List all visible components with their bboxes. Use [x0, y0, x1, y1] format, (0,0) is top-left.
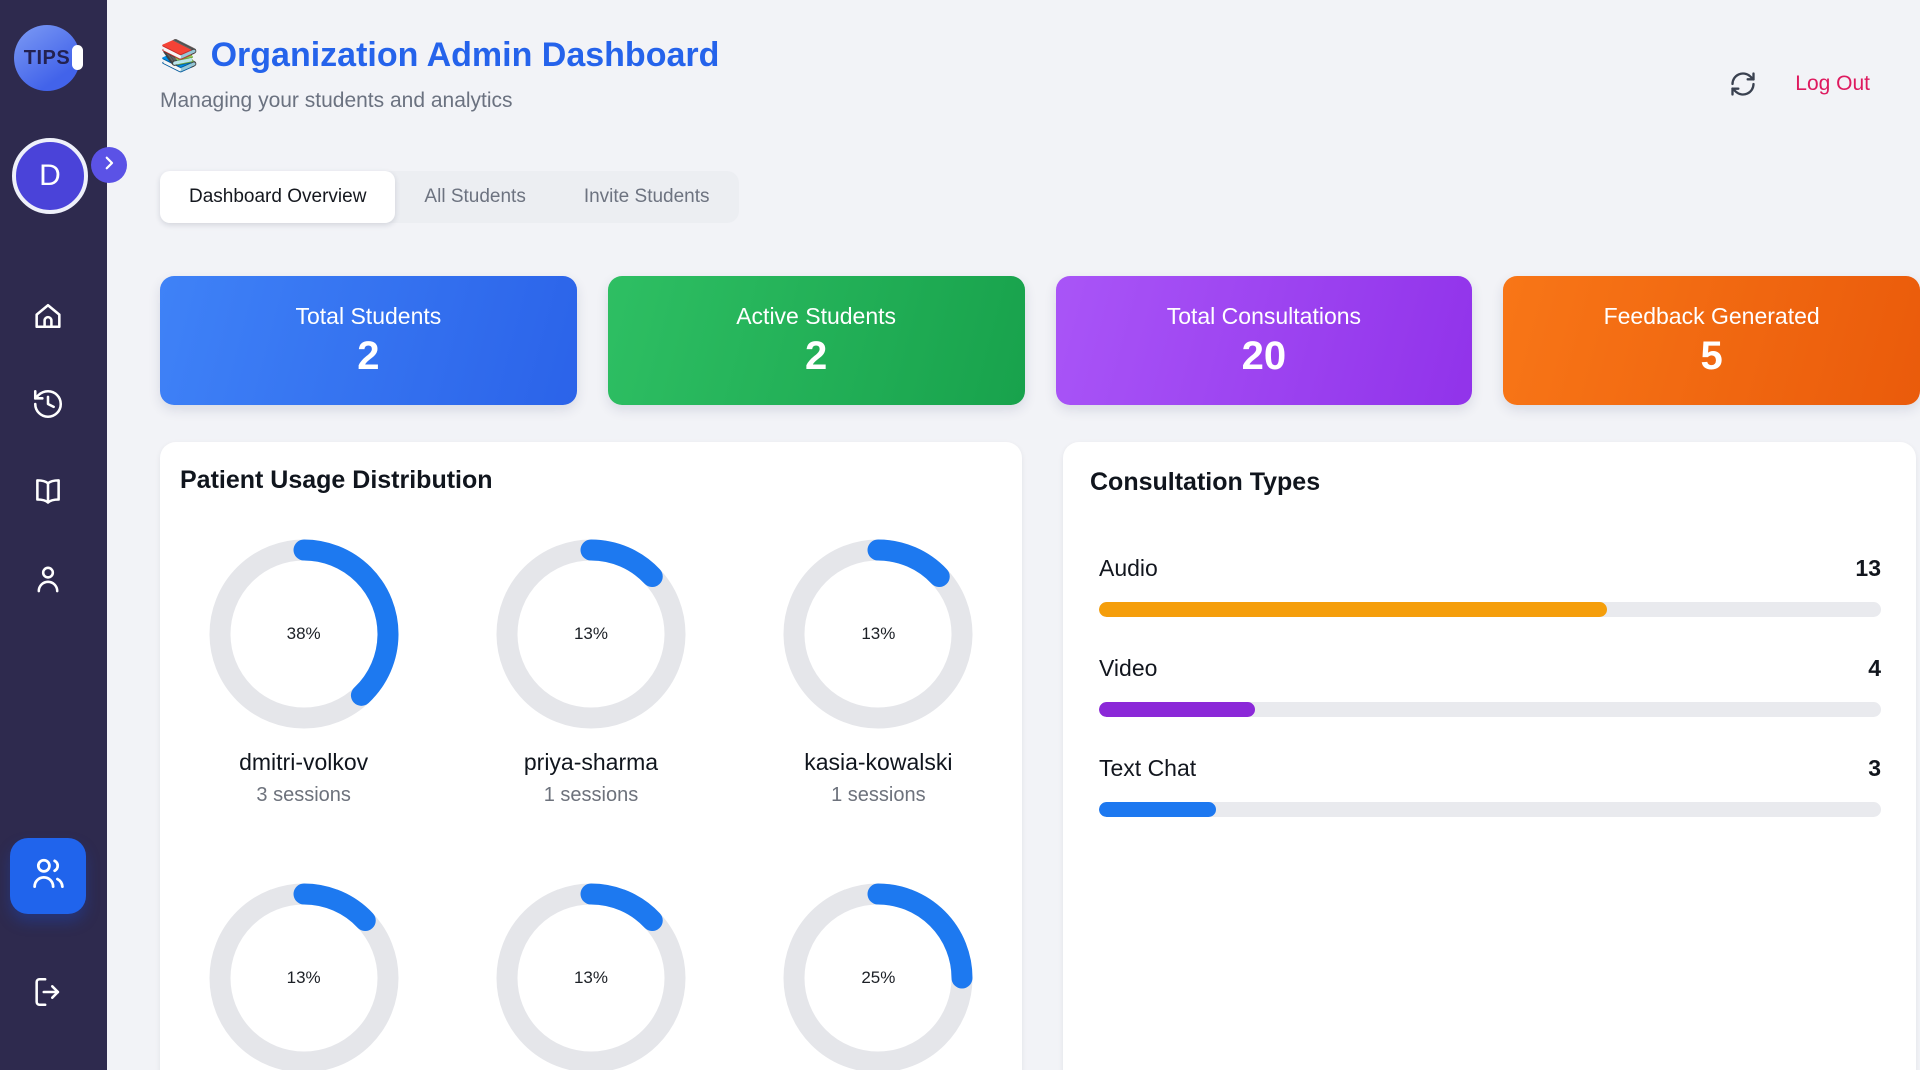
bar-row-text-chat: Text Chat 3 [1099, 755, 1881, 817]
tab-all-students[interactable]: All Students [395, 171, 554, 223]
student-sessions: 1 sessions [543, 784, 639, 806]
tab-invite-students[interactable]: Invite Students [555, 171, 739, 223]
logout-icon [31, 977, 65, 1013]
bar-track [1099, 802, 1881, 817]
sidebar-item-students-active[interactable] [10, 838, 86, 914]
stat-value: 2 [805, 333, 828, 378]
logout-link[interactable]: Log Out [1795, 72, 1870, 96]
stat-value: 5 [1700, 333, 1723, 378]
student-name: kasia-kowalski [804, 749, 953, 775]
stat-card-total-students: Total Students 2 [160, 276, 577, 405]
student-name: priya-sharma [523, 749, 659, 775]
bar-label: Audio [1099, 555, 1158, 581]
avatar[interactable]: D [12, 138, 88, 214]
main-content: 📚 Organization Admin Dashboard Managing … [107, 0, 1920, 1070]
consultation-types-panel: Consultation Types Audio 13 Video 4 Text… [1063, 442, 1916, 1070]
donut-percent: 13% [573, 968, 608, 987]
bar-label: Text Chat [1099, 755, 1197, 781]
donut-chart: 13% [496, 883, 686, 1070]
bar-row-video: Video 4 [1099, 655, 1881, 717]
donut-percent: 13% [861, 624, 896, 643]
panels-row: Patient Usage Distribution 38% dmitri-vo… [160, 442, 1916, 1070]
user-icon [31, 566, 65, 600]
stat-cards: Total Students 2 Active Students 2 Total… [160, 276, 1920, 405]
donut-grid: 38% dmitri-volkov 3 sessions 13% priya-s… [160, 539, 1022, 1070]
users-icon [30, 855, 67, 897]
student-sessions: 1 sessions [831, 784, 926, 806]
books-emoji-icon: 📚 [160, 38, 199, 73]
chevron-right-icon [100, 154, 118, 177]
tab-dashboard-overview[interactable]: Dashboard Overview [160, 171, 396, 223]
sidebar-item-profile[interactable] [31, 562, 65, 596]
usage-panel-title: Patient Usage Distribution [180, 466, 493, 494]
stat-card-feedback-generated: Feedback Generated 5 [1503, 276, 1920, 405]
page-title: 📚 Organization Admin Dashboard [160, 36, 719, 75]
donut-percent: 38% [286, 624, 321, 643]
stat-label: Feedback Generated [1603, 302, 1820, 329]
header-actions: Log Out [1729, 70, 1870, 98]
consultation-bars: Audio 13 Video 4 Text Chat 3 [1099, 555, 1881, 817]
student-name: dmitri-volkov [239, 749, 369, 775]
donut-chart: 13% [783, 539, 973, 729]
sidebar: TIPS D [0, 0, 127, 1070]
donut-percent: 25% [861, 968, 896, 987]
usage-donut-dmitri-volkov: 38% dmitri-volkov 3 sessions [209, 539, 399, 807]
sidebar-item-home[interactable] [31, 299, 65, 333]
refresh-icon[interactable] [1729, 70, 1757, 98]
stat-label: Total Students [295, 302, 442, 329]
tab-bar: Dashboard Overview All Students Invite S… [160, 171, 739, 223]
sidebar-item-history[interactable] [31, 387, 65, 421]
donut-chart: 13% [496, 539, 686, 729]
avatar-initial: D [39, 159, 61, 192]
bar-value: 4 [1868, 655, 1881, 681]
tips-logo-text: TIPS [23, 46, 71, 69]
donut-chart: 25% [783, 883, 973, 1070]
bar-fill [1099, 602, 1608, 617]
page-header: 📚 Organization Admin Dashboard Managing … [160, 36, 719, 113]
usage-donut-5: 13% [496, 883, 686, 1070]
bar-label: Video [1099, 655, 1158, 681]
donut-percent: 13% [286, 968, 321, 987]
bar-track [1099, 602, 1881, 617]
bar-value: 13 [1855, 555, 1881, 581]
sidebar-item-library[interactable] [31, 474, 65, 508]
stat-card-active-students: Active Students 2 [607, 276, 1025, 405]
stat-label: Total Consultations [1166, 302, 1362, 329]
usage-donut-priya-sharma: 13% priya-sharma 1 sessions [496, 539, 686, 807]
donut-chart: 38% [209, 539, 399, 729]
stat-value: 20 [1241, 333, 1287, 378]
sidebar-expand-button[interactable] [91, 147, 127, 183]
bar-fill [1099, 802, 1217, 817]
page-title-text: Organization Admin Dashboard [210, 36, 720, 74]
home-icon [31, 303, 65, 337]
history-icon [31, 389, 65, 425]
stat-value: 2 [357, 333, 380, 378]
tips-logo[interactable]: TIPS [14, 25, 80, 91]
bar-row-audio: Audio 13 [1099, 555, 1881, 617]
patient-usage-panel: Patient Usage Distribution 38% dmitri-vo… [160, 442, 1022, 1070]
usage-donut-6: 25% [783, 883, 973, 1070]
stat-card-total-consultations: Total Consultations 20 [1055, 276, 1473, 405]
logo-pill-decoration [72, 45, 83, 70]
bar-fill [1099, 702, 1256, 717]
student-sessions: 3 sessions [256, 784, 351, 806]
donut-percent: 13% [573, 624, 608, 643]
bar-track [1099, 702, 1881, 717]
usage-donut-kasia-kowalski: 13% kasia-kowalski 1 sessions [783, 539, 973, 807]
book-open-icon [31, 479, 65, 512]
dashboard-screen: TIPS D 📚 Organization Admin Dashboard Ma… [0, 0, 1920, 1070]
usage-donut-4: 13% [209, 883, 399, 1070]
stat-label: Active Students [736, 302, 897, 329]
sidebar-item-logout[interactable] [31, 975, 65, 1009]
bar-value: 3 [1868, 755, 1881, 781]
page-subtitle: Managing your students and analytics [160, 89, 513, 112]
consultation-panel-title: Consultation Types [1090, 468, 1321, 496]
donut-chart: 13% [209, 883, 399, 1070]
